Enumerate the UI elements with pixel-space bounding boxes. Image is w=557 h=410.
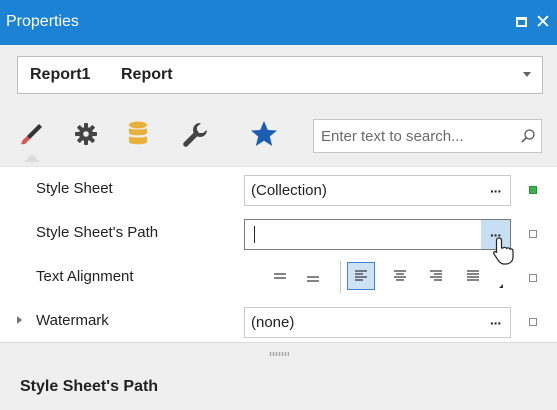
property-label: Style Sheet's Path	[36, 224, 159, 241]
watermark-editor[interactable]: (none) ···	[244, 307, 511, 338]
property-row-style-sheet-path: Style Sheet's Path ···	[0, 211, 557, 255]
align-justify-button[interactable]	[459, 262, 487, 290]
ellipsis-button[interactable]: ···	[481, 308, 510, 337]
tab-data[interactable]	[120, 116, 156, 152]
property-modified-marker[interactable]	[529, 274, 537, 282]
property-label: Watermark	[36, 312, 109, 329]
property-label: Style Sheet	[36, 180, 113, 197]
property-label: Text Alignment	[36, 268, 134, 285]
align-right-button[interactable]	[422, 262, 450, 290]
align-left-button[interactable]	[347, 262, 375, 290]
database-icon	[129, 121, 147, 145]
property-row-text-alignment: Text Alignment	[0, 255, 557, 299]
more-options-corner-icon[interactable]	[499, 284, 503, 288]
align-justify-icon	[274, 273, 286, 279]
selected-object-type: Report	[121, 66, 173, 83]
ellipsis-button[interactable]: ···	[481, 220, 510, 249]
properties-panel: Properties ✕ Report1 Report Enter text t…	[0, 0, 557, 410]
align-left-icon	[355, 270, 367, 281]
property-grid: Style Sheet (Collection) ··· Style Sheet…	[0, 166, 557, 342]
search-icon[interactable]	[520, 128, 536, 144]
maximize-icon	[515, 17, 527, 27]
style-sheet-editor[interactable]: (Collection) ···	[244, 175, 511, 206]
tab-behavior[interactable]	[68, 116, 104, 152]
close-button[interactable]: ✕	[532, 10, 554, 34]
search-box[interactable]	[313, 119, 542, 153]
align-right-icon	[430, 270, 442, 281]
property-row-style-sheet: Style Sheet (Collection) ···	[0, 167, 557, 211]
splitter-grip-icon	[269, 352, 289, 356]
search-input[interactable]	[314, 120, 514, 152]
property-row-watermark: Watermark (none) ···	[0, 299, 557, 343]
toolbar-separator	[340, 261, 341, 293]
selected-object-name: Report1	[30, 66, 91, 83]
tab-favorites[interactable]	[246, 116, 282, 152]
property-modified-marker[interactable]	[529, 186, 537, 194]
align-center-button[interactable]	[386, 262, 414, 290]
star-icon	[251, 121, 277, 146]
property-value: (Collection)	[251, 182, 327, 199]
expand-arrow-icon[interactable]	[17, 316, 22, 324]
align-center-icon	[394, 270, 406, 281]
align-justify-bottom-icon	[307, 276, 319, 282]
close-icon: ✕	[535, 11, 551, 33]
object-selector[interactable]: Report1 Report	[17, 56, 543, 94]
tab-appearance[interactable]	[14, 116, 50, 162]
property-modified-marker[interactable]	[529, 230, 537, 238]
wrench-icon	[183, 123, 207, 147]
gear-icon	[75, 123, 97, 145]
align-bottom-justify-button[interactable]	[299, 262, 327, 290]
ellipsis-button[interactable]: ···	[481, 176, 510, 205]
align-justify-full-icon	[467, 270, 479, 281]
text-caret	[254, 226, 255, 243]
maximize-button[interactable]	[510, 10, 532, 34]
tab-design[interactable]	[176, 116, 212, 152]
title-bar: Properties ✕	[0, 0, 557, 45]
description-splitter[interactable]	[0, 342, 557, 364]
property-value: (none)	[251, 314, 295, 331]
align-top-justify-button[interactable]	[266, 262, 294, 290]
dropdown-arrow-icon	[523, 72, 531, 77]
style-sheet-path-editor[interactable]: ···	[244, 219, 511, 250]
description-title: Style Sheet's Path	[20, 378, 159, 395]
property-modified-marker[interactable]	[529, 318, 537, 326]
panel-title: Properties	[6, 13, 79, 30]
brush-icon	[21, 124, 42, 145]
